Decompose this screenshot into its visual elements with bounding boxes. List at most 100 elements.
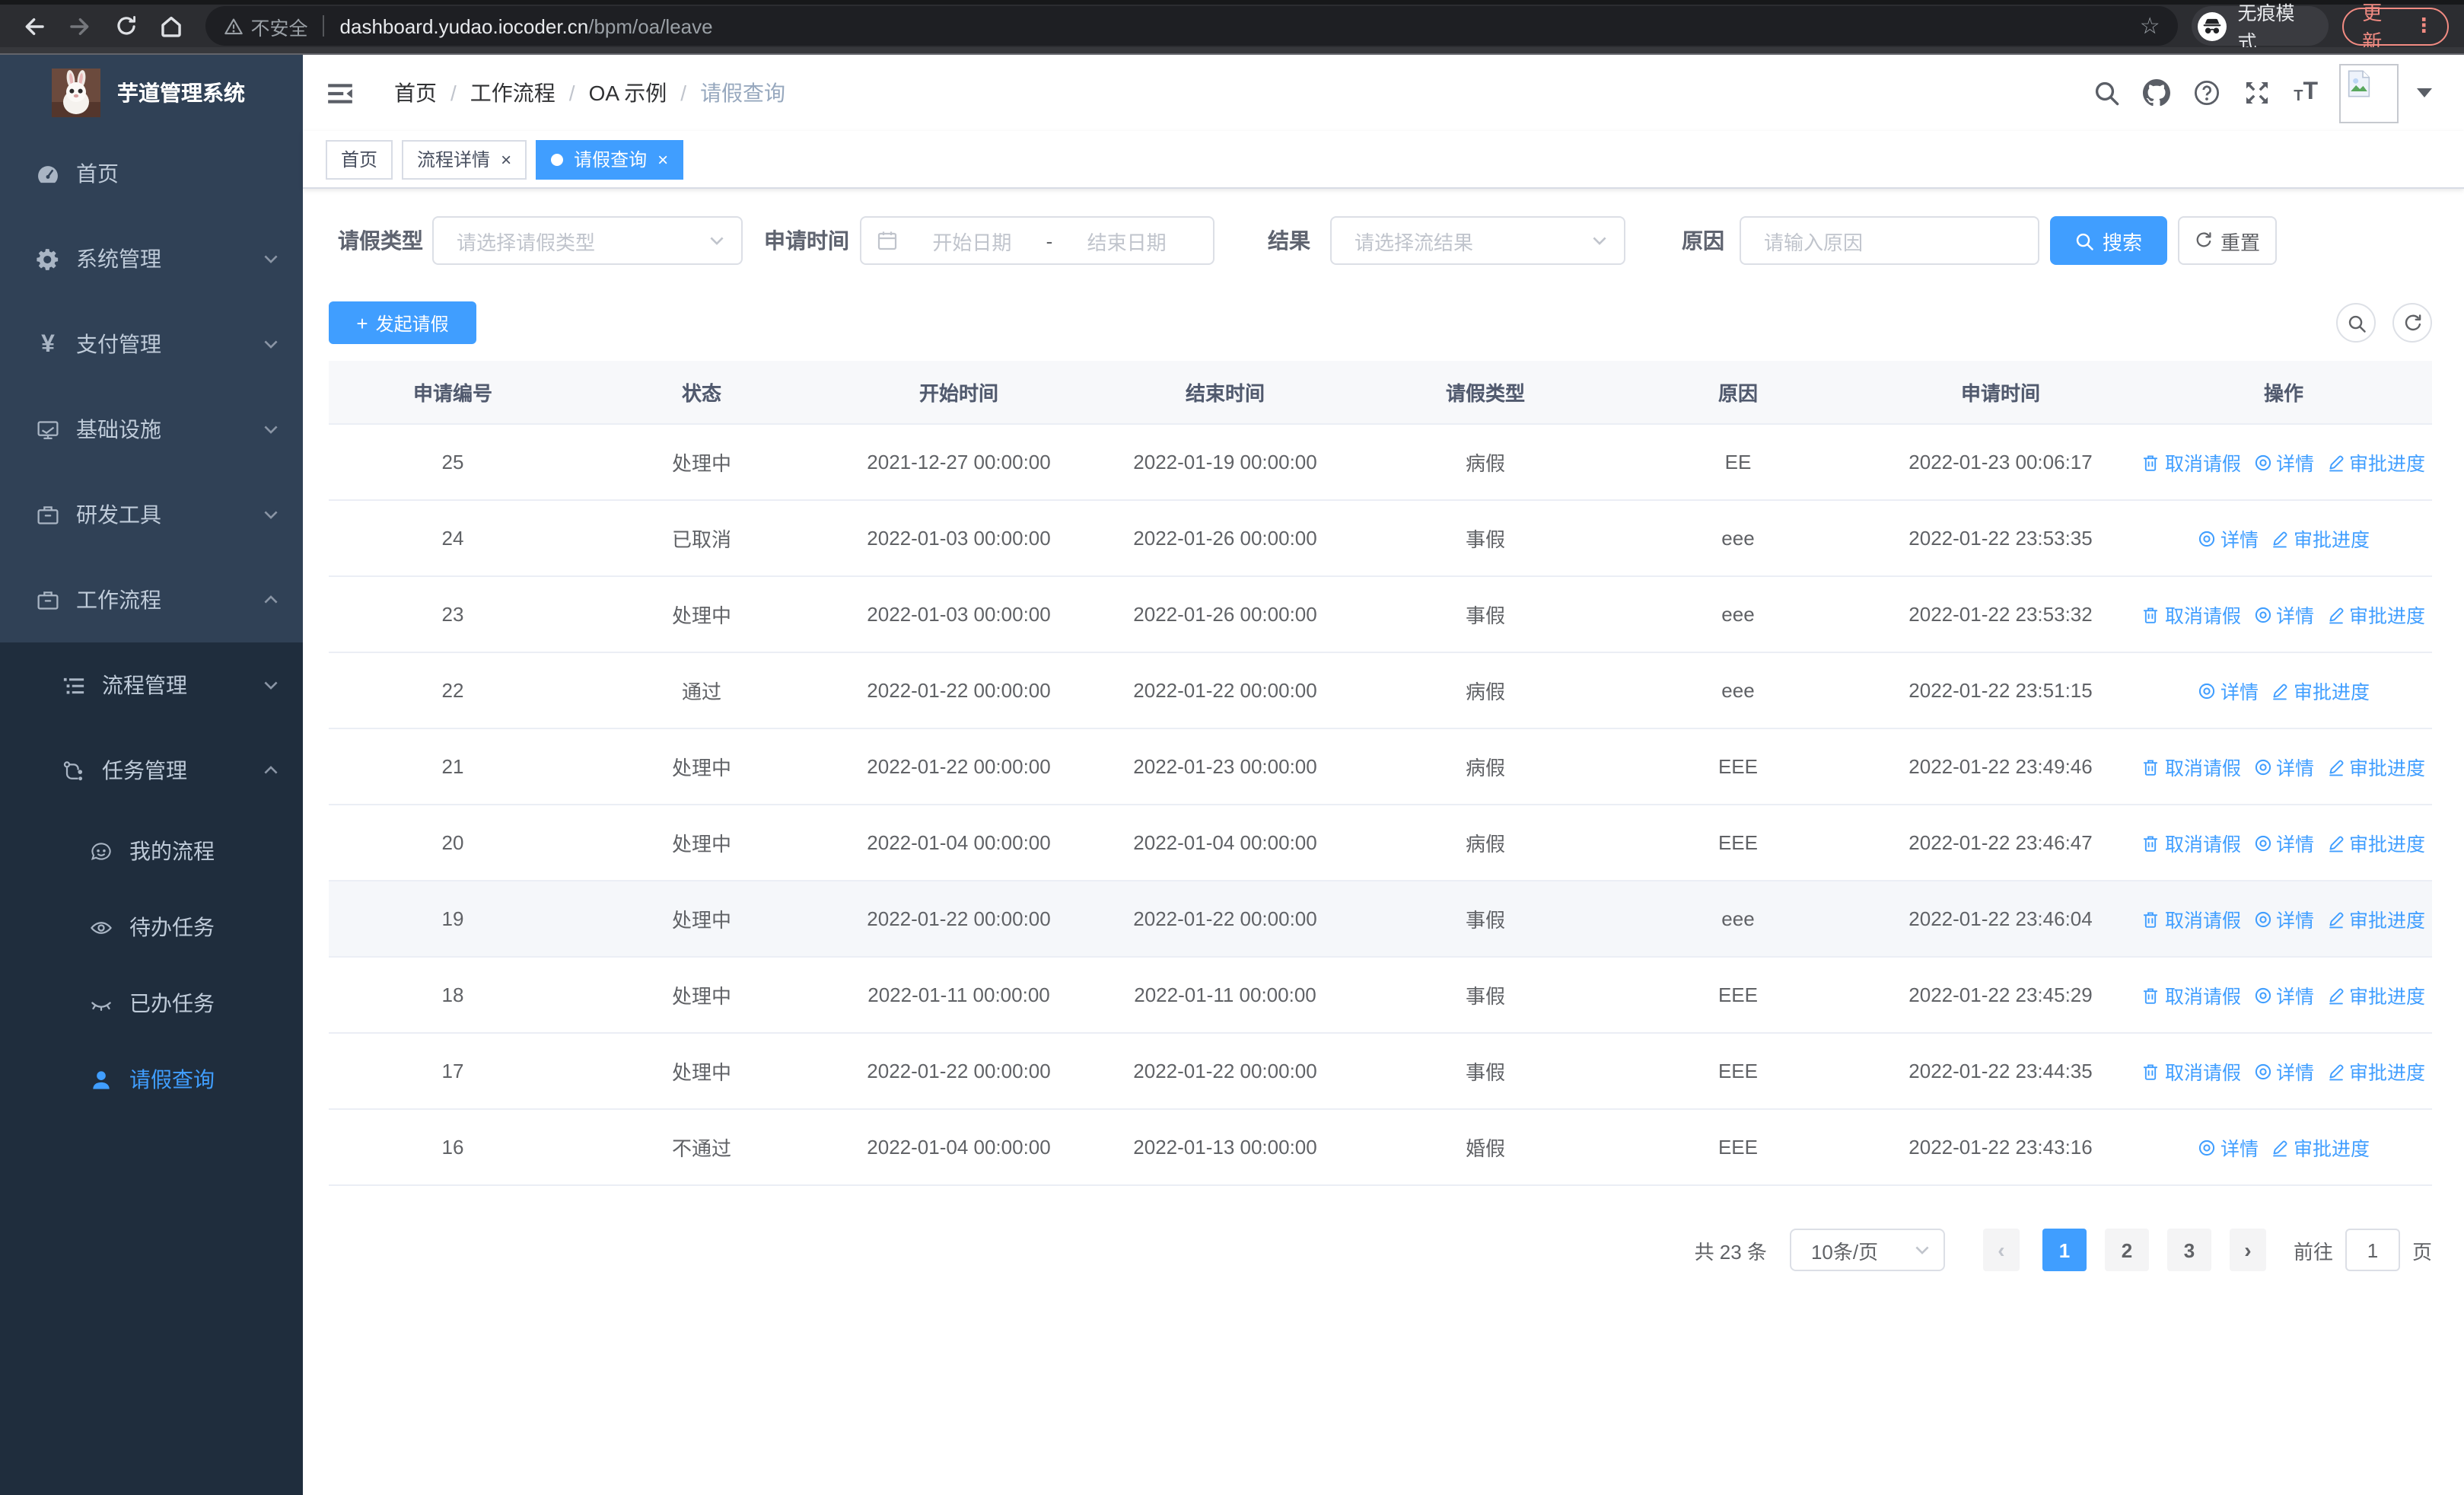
action-progress-link[interactable]: 审批进度 xyxy=(2271,676,2370,705)
action-detail-link[interactable]: 详情 xyxy=(2253,1057,2314,1085)
action-cancel-link[interactable]: 取消请假 xyxy=(2142,600,2241,629)
search-button[interactable]: 搜索 xyxy=(2050,216,2167,265)
reset-button[interactable]: 重置 xyxy=(2178,216,2277,265)
user-avatar[interactable] xyxy=(2339,63,2399,123)
tab-2[interactable]: 流程详情 × xyxy=(402,139,527,179)
url-bar[interactable]: 不安全 dashboard.yudao.iocoder.cn/bpm/oa/le… xyxy=(205,6,2179,46)
table-row[interactable]: 23 处理中 2022-01-03 00:00:00 2022-01-26 00… xyxy=(329,577,2432,653)
action-progress-link[interactable]: 审批进度 xyxy=(2326,600,2425,629)
action-cancel-link[interactable]: 取消请假 xyxy=(2142,448,2241,477)
sidebar-logo[interactable]: 芋道管理系统 xyxy=(0,55,303,131)
table-row[interactable]: 22 通过 2022-01-22 00:00:00 2022-01-22 00:… xyxy=(329,653,2432,729)
table-row[interactable]: 21 处理中 2022-01-22 00:00:00 2022-01-23 00… xyxy=(329,729,2432,805)
table-row[interactable]: 24 已取消 2022-01-03 00:00:00 2022-01-26 00… xyxy=(329,501,2432,577)
reason-input[interactable]: 请输入原因 xyxy=(1740,216,2039,265)
action-detail-link[interactable]: 详情 xyxy=(2253,980,2314,1009)
sidebar-item-2[interactable]: 系统管理 xyxy=(0,216,303,301)
action-progress-link[interactable]: 审批进度 xyxy=(2326,752,2425,781)
action-progress-link[interactable]: 审批进度 xyxy=(2326,828,2425,857)
sidebar-item-7[interactable]: 流程管理 xyxy=(0,642,303,728)
action-progress-link[interactable]: 审批进度 xyxy=(2271,524,2370,553)
action-cancel-link[interactable]: 取消请假 xyxy=(2142,1057,2241,1085)
sidebar-item-10[interactable]: 待办任务 xyxy=(0,889,303,965)
apply-time-range-input[interactable]: 开始日期 - 结束日期 xyxy=(860,216,1214,265)
action-progress-link[interactable]: 审批进度 xyxy=(2326,1057,2425,1085)
leave-type-select[interactable]: 请选择请假类型 xyxy=(432,216,743,265)
breadcrumb-item-1[interactable]: 首页 xyxy=(394,78,437,108)
toggle-search-button[interactable] xyxy=(2336,303,2376,343)
close-icon[interactable]: × xyxy=(657,150,668,168)
sidebar-item-12[interactable]: 请假查询 xyxy=(0,1041,303,1117)
action-detail-link[interactable]: 详情 xyxy=(2198,1133,2259,1162)
table-row[interactable]: 20 处理中 2022-01-04 00:00:00 2022-01-04 00… xyxy=(329,805,2432,881)
table-row[interactable]: 25 处理中 2021-12-27 00:00:00 2022-01-19 00… xyxy=(329,425,2432,501)
help-icon[interactable] xyxy=(2193,79,2220,107)
create-leave-button[interactable]: + 发起请假 xyxy=(329,301,476,344)
browser-menu-icon[interactable]: ⋮ xyxy=(2414,14,2434,38)
avatar-dropdown-caret-icon[interactable] xyxy=(2417,88,2432,97)
cell-end-time: 2022-01-23 00:00:00 xyxy=(1133,755,1317,778)
action-progress-link[interactable]: 审批进度 xyxy=(2271,1133,2370,1162)
security-label[interactable]: 不安全 xyxy=(251,11,308,40)
search-icon[interactable] xyxy=(2093,79,2120,107)
cell-apply-time: 2022-01-23 00:06:17 xyxy=(1908,451,2093,473)
action-detail-link[interactable]: 详情 xyxy=(2253,448,2314,477)
next-page-button[interactable]: › xyxy=(2229,1229,2266,1271)
sidebar-item-6[interactable]: 工作流程 xyxy=(0,557,303,642)
action-cancel-link[interactable]: 取消请假 xyxy=(2142,828,2241,857)
action-detail-link[interactable]: 详情 xyxy=(2253,752,2314,781)
sidebar-item-9[interactable]: 我的流程 xyxy=(0,813,303,889)
action-cancel-link[interactable]: 取消请假 xyxy=(2142,752,2241,781)
leave-table: 申请编号 状态 开始时间 结束时间 请假类型 原因 申请时间 操作 25 处理中 2021-1… xyxy=(329,361,2432,1186)
browser-update-button[interactable]: 更新 ⋮ xyxy=(2342,2,2450,53)
sidebar-item-11[interactable]: 已办任务 xyxy=(0,965,303,1041)
breadcrumb-item-2[interactable]: 工作流程 xyxy=(470,78,556,108)
action-progress-link[interactable]: 审批进度 xyxy=(2326,904,2425,933)
action-cancel-link[interactable]: 取消请假 xyxy=(2142,904,2241,933)
close-icon[interactable]: × xyxy=(501,150,511,168)
bookmark-star-icon[interactable]: ☆ xyxy=(2140,14,2160,37)
prev-page-button[interactable]: ‹ xyxy=(1982,1229,2020,1271)
refresh-icon xyxy=(2195,231,2213,250)
action-cancel-link[interactable]: 取消请假 xyxy=(2142,980,2241,1009)
page-button-2[interactable]: 2 xyxy=(2104,1229,2149,1271)
browser-back-button[interactable] xyxy=(15,6,55,46)
action-detail-link[interactable]: 详情 xyxy=(2253,828,2314,857)
chevron-up-icon xyxy=(262,761,280,779)
page-button-3[interactable]: 3 xyxy=(2166,1229,2211,1271)
github-icon[interactable] xyxy=(2143,79,2171,107)
action-detail-link[interactable]: 详情 xyxy=(2198,524,2259,553)
sidebar-item-1[interactable]: 首页 xyxy=(0,131,303,216)
action-detail-link[interactable]: 详情 xyxy=(2253,904,2314,933)
table-row[interactable]: 18 处理中 2022-01-11 00:00:00 2022-01-11 00… xyxy=(329,958,2432,1034)
action-detail-link[interactable]: 详情 xyxy=(2198,676,2259,705)
table-row[interactable]: 17 处理中 2022-01-22 00:00:00 2022-01-22 00… xyxy=(329,1034,2432,1110)
tab-3[interactable]: 请假查询 × xyxy=(536,139,684,179)
tab-1[interactable]: 首页 xyxy=(326,139,393,179)
sidebar-item-4[interactable]: 基础设施 xyxy=(0,387,303,472)
table-row[interactable]: 19 处理中 2022-01-22 00:00:00 2022-01-22 00… xyxy=(329,881,2432,958)
browser-home-button[interactable] xyxy=(152,6,192,46)
column-header-1: 申请编号 xyxy=(412,382,492,405)
table-row[interactable]: 16 不通过 2022-01-04 00:00:00 2022-01-13 00… xyxy=(329,1110,2432,1186)
sidebar-item-8[interactable]: 任务管理 xyxy=(0,728,303,813)
goto-page-input[interactable]: 1 xyxy=(2345,1229,2400,1271)
sidebar-item-3[interactable]: ¥ 支付管理 xyxy=(0,301,303,387)
fullscreen-icon[interactable] xyxy=(2243,79,2271,107)
collapse-sidebar-icon[interactable] xyxy=(326,78,355,107)
browser-reload-button[interactable] xyxy=(107,6,146,46)
filter-form: 请假类型 请选择请假类型 申请时间 开始日期 - 结束日期 结果 请选择流结果 xyxy=(329,216,2432,265)
result-select[interactable]: 请选择流结果 xyxy=(1330,216,1625,265)
font-size-icon[interactable]: TT xyxy=(2294,80,2318,105)
action-progress-link[interactable]: 审批进度 xyxy=(2326,980,2425,1009)
browser-forward-button[interactable] xyxy=(61,6,100,46)
breadcrumb-item-3[interactable]: OA 示例 xyxy=(589,78,667,108)
action-progress-link[interactable]: 审批进度 xyxy=(2326,448,2425,477)
not-secure-warning-icon[interactable] xyxy=(224,16,244,36)
page-button-1[interactable]: 1 xyxy=(2042,1229,2087,1271)
action-detail-link[interactable]: 详情 xyxy=(2253,600,2314,629)
calendar-icon xyxy=(877,230,898,251)
page-size-select[interactable]: 10条/页 xyxy=(1789,1229,1945,1271)
refresh-table-button[interactable] xyxy=(2392,303,2432,343)
sidebar-item-5[interactable]: 研发工具 xyxy=(0,472,303,557)
